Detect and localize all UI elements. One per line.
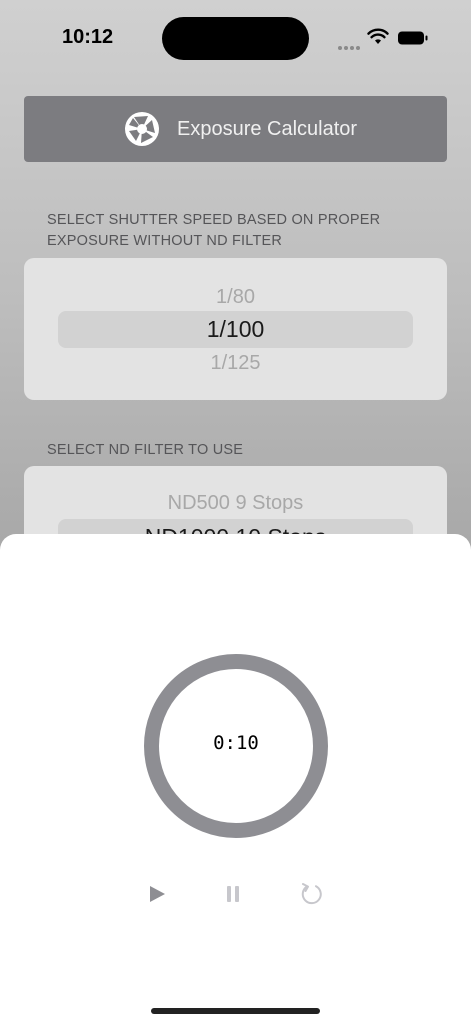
home-indicator[interactable]: [151, 1008, 320, 1014]
shutter-speed-picker[interactable]: 1/80 1/100 1/125: [24, 258, 447, 400]
nd-filter-label: SELECT ND FILTER TO USE: [47, 442, 244, 458]
shutter-option-1-80[interactable]: 1/80: [24, 286, 447, 309]
app-header: Exposure Calculator: [24, 96, 447, 162]
status-time: 10:12: [62, 26, 114, 48]
play-icon[interactable]: [141, 878, 173, 910]
shutter-speed-label-line1: SELECT SHUTTER SPEED BASED ON PROPER: [47, 212, 381, 228]
shutter-option-1-100[interactable]: 1/100: [24, 316, 447, 343]
app-title: Exposure Calculator: [177, 118, 358, 140]
pause-icon[interactable]: [217, 878, 249, 910]
timer-display: 0:10: [213, 732, 259, 754]
dynamic-island: [162, 17, 309, 60]
battery-icon: [398, 31, 428, 45]
reset-icon[interactable]: [295, 878, 327, 910]
shutter-speed-label-line2: EXPOSURE WITHOUT ND FILTER: [47, 233, 283, 249]
shutter-option-1-125[interactable]: 1/125: [24, 352, 447, 375]
timer-sheet: 0:10: [0, 534, 471, 1024]
aperture-icon: [125, 112, 159, 146]
nd-option-nd500[interactable]: ND500 9 Stops: [24, 492, 447, 515]
cellular-signal-icon: [338, 37, 362, 50]
status-bar: 10:12: [0, 0, 471, 80]
wifi-icon: [367, 28, 389, 44]
shutter-speed-label: SELECT SHUTTER SPEED BASED ON PROPER EXP…: [47, 210, 380, 252]
